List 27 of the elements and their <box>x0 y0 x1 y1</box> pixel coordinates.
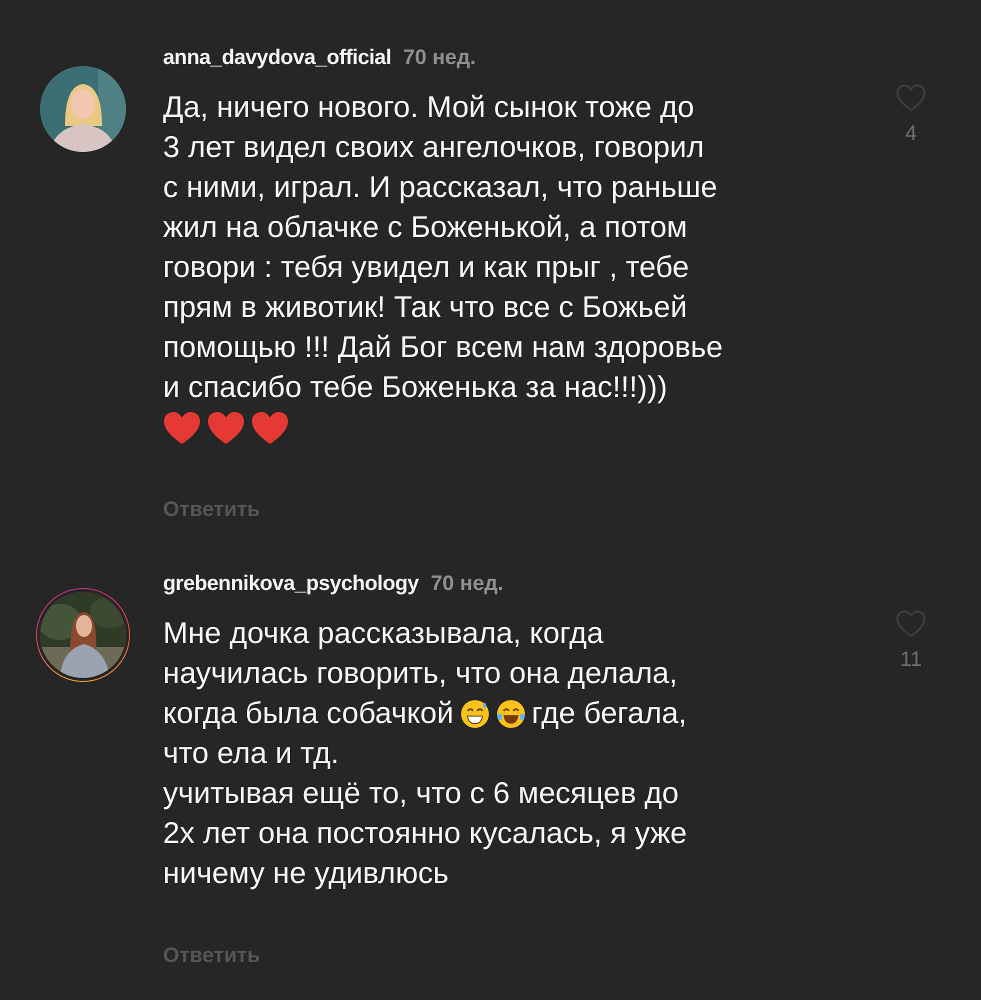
comment-text: ничему не удивлюсь <box>163 857 449 891</box>
comment-text: говори : тебя увидел и как прыг , тебе <box>163 251 690 285</box>
smiley-icon <box>460 699 490 729</box>
comment-text: Мне дочка рассказывала, когда <box>163 617 604 651</box>
comment-text: Да, ничего нового. Мой сынок тоже до <box>163 91 694 125</box>
heart-icon <box>251 411 289 445</box>
like-count: 11 <box>900 648 922 672</box>
laughing-icon <box>496 699 526 729</box>
comment-text: помощью !!! Дай Бог всем нам здоровье <box>163 331 723 365</box>
comment-text: когда была собачкой <box>163 697 454 731</box>
comment-text: и спасибо тебе Боженька за нас!!!))) <box>163 371 668 405</box>
comment-text: научилась говорить, что она делала, <box>163 657 678 691</box>
heart-icon <box>207 411 245 445</box>
heart-icon <box>163 411 201 445</box>
like-count: 4 <box>905 122 917 146</box>
comment-text: 3 лет видел своих ангелочков, говорил <box>163 131 704 165</box>
username[interactable]: anna_davydova_official <box>163 46 392 70</box>
comment-text: учитывая ещё то, что с 6 месяцев до <box>163 777 679 811</box>
comment-text: что ела и тд. <box>163 737 339 771</box>
timestamp: 70 нед. <box>430 572 504 596</box>
username[interactable]: grebennikova_psychology <box>163 572 419 596</box>
comment-text: прям в животик! Так что все с Божьей <box>163 291 688 325</box>
comment-text: где бегала, <box>532 697 687 731</box>
timestamp: 70 нед. <box>403 46 476 70</box>
comment-text: с ними, играл. И рассказал, что раньше <box>163 171 718 205</box>
comment-text: 2х лет она постоянно кусалась, я уже <box>163 817 687 851</box>
comment-text: жил на облачке с Боженькой, а потом <box>163 211 688 245</box>
